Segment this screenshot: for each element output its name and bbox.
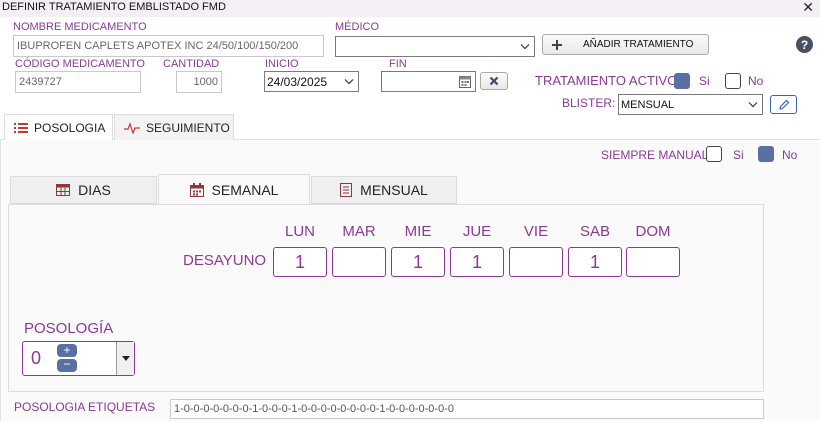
posologia-etiquetas-value: 1-0-0-0-0-0-0-0-1-0-0-0-1-0-0-0-0-0-0-0-… <box>174 403 454 415</box>
desayuno-sab-input[interactable]: 1 <box>568 247 622 277</box>
subtab-mensual[interactable]: MENSUAL <box>311 176 457 204</box>
month-icon <box>340 183 353 197</box>
manual-no-label: No <box>782 148 798 162</box>
blister-label: BLISTER: <box>562 96 616 110</box>
window-titlebar: DEFINIR TRATAMIENTO EMBLISTADO FMD <box>0 0 820 17</box>
inicio-date-picker[interactable]: 24/03/2025 <box>264 71 359 92</box>
tab-posologia-label: POSOLOGIA <box>34 120 106 135</box>
codigo-medicamento-field[interactable]: 2439727 <box>15 71 141 93</box>
day-label-lun: LUN <box>284 223 315 240</box>
blister-select[interactable]: MENSUAL <box>618 94 763 115</box>
subtab-dias[interactable]: DIAS <box>10 176 157 204</box>
manual-si-label: Si <box>733 148 744 162</box>
decrement-icon[interactable]: − <box>57 358 77 372</box>
desayuno-dom-input[interactable] <box>626 247 680 277</box>
increment-icon[interactable]: + <box>57 344 77 357</box>
posologia-spinner[interactable]: 0 + − <box>22 341 135 376</box>
inicio-label: INICIO <box>265 58 299 70</box>
activo-si-label: Si <box>699 74 710 88</box>
desayuno-lun-input[interactable]: 1 <box>273 247 327 277</box>
nombre-medicamento-value: IBUPROFEN CAPLETS APOTEX INC 24/50/100/1… <box>17 40 299 52</box>
window-title: DEFINIR TRATAMIENTO EMBLISTADO FMD <box>2 1 226 13</box>
chevron-down-icon <box>520 43 530 49</box>
edit-blister-button[interactable] <box>770 95 797 114</box>
caret-down-icon <box>121 356 130 361</box>
posologia-etiquetas-label: POSOLOGIA ETIQUETAS <box>14 400 156 414</box>
posologia-dropdown-button[interactable] <box>116 342 134 375</box>
subtab-dias-label: DIAS <box>78 182 111 198</box>
close-icon <box>489 76 499 86</box>
tratamiento-activo-label: TRATAMIENTO ACTIVO <box>535 73 678 88</box>
codigo-medicamento-label: CÓDIGO MEDICAMENTO <box>15 58 145 70</box>
add-treatment-label: AÑADIR TRATAMIENTO <box>583 39 694 50</box>
cantidad-value: 1000 <box>193 76 218 88</box>
fin-label: FIN <box>389 58 407 70</box>
table-icon <box>56 184 71 196</box>
list-icon <box>14 122 28 133</box>
subtab-mensual-label: MENSUAL <box>360 182 428 198</box>
manual-si-checkbox[interactable] <box>706 146 722 162</box>
pencil-icon <box>778 99 789 110</box>
day-label-jue: JUE <box>462 223 492 240</box>
day-label-mie: MIE <box>404 223 432 240</box>
desayuno-vie-input[interactable] <box>509 247 563 277</box>
desayuno-mie-input[interactable]: 1 <box>391 247 445 277</box>
posologia-label: POSOLOGÍA <box>24 320 114 337</box>
heartbeat-icon <box>124 121 140 134</box>
desayuno-mar-input[interactable] <box>332 247 386 277</box>
codigo-medicamento-value: 2439727 <box>19 76 62 88</box>
tab-seguimiento-label: SEGUIMIENTO <box>146 120 230 135</box>
medico-label: MÉDICO <box>335 21 379 33</box>
add-treatment-button[interactable]: AÑADIR TRATAMIENTO <box>542 34 709 55</box>
chevron-down-icon <box>748 101 758 107</box>
tab-posologia[interactable]: POSOLOGIA <box>4 114 113 140</box>
subtab-semanal[interactable]: SEMANAL <box>158 174 310 205</box>
calendar-small-icon <box>459 76 471 88</box>
cantidad-field[interactable]: 1000 <box>176 71 222 93</box>
nombre-medicamento-label: NOMBRE MEDICAMENTO <box>13 21 147 33</box>
activo-si-checkbox[interactable] <box>674 73 690 89</box>
blister-value: MENSUAL <box>621 98 675 111</box>
chevron-down-icon <box>344 78 354 84</box>
day-label-mar: MAR <box>342 223 376 240</box>
activo-no-label: No <box>748 74 764 88</box>
posologia-value: 0 <box>31 348 42 368</box>
calendar-icon <box>189 182 204 197</box>
tab-seguimiento[interactable]: SEGUIMIENTO <box>114 114 234 140</box>
manual-no-checkbox[interactable] <box>758 146 774 162</box>
day-label-vie: VIE <box>523 223 549 240</box>
medico-select[interactable] <box>335 36 535 57</box>
posologia-etiquetas-field[interactable]: 1-0-0-0-0-0-0-0-1-0-0-0-1-0-0-0-0-0-0-0-… <box>170 399 764 419</box>
day-label-dom: DOM <box>635 223 671 240</box>
help-icon[interactable]: ? <box>796 36 813 53</box>
clear-fin-button[interactable] <box>480 72 508 90</box>
close-icon[interactable]: ✕ <box>802 0 814 16</box>
desayuno-jue-input[interactable]: 1 <box>450 247 504 277</box>
activo-no-checkbox[interactable] <box>725 73 741 89</box>
nombre-medicamento-field[interactable]: IBUPROFEN CAPLETS APOTEX INC 24/50/100/1… <box>13 35 324 57</box>
siempre-manual-label: SIEMPRE MANUAL <box>601 148 709 162</box>
fin-date-picker[interactable] <box>381 71 476 92</box>
plus-icon <box>552 39 562 50</box>
subtab-semanal-label: SEMANAL <box>211 181 279 198</box>
day-label-sab: SAB <box>579 223 610 240</box>
cantidad-label: CANTIDAD <box>163 58 220 70</box>
inicio-value: 24/03/2025 <box>267 74 328 89</box>
desayuno-label: DESAYUNO <box>183 252 267 269</box>
